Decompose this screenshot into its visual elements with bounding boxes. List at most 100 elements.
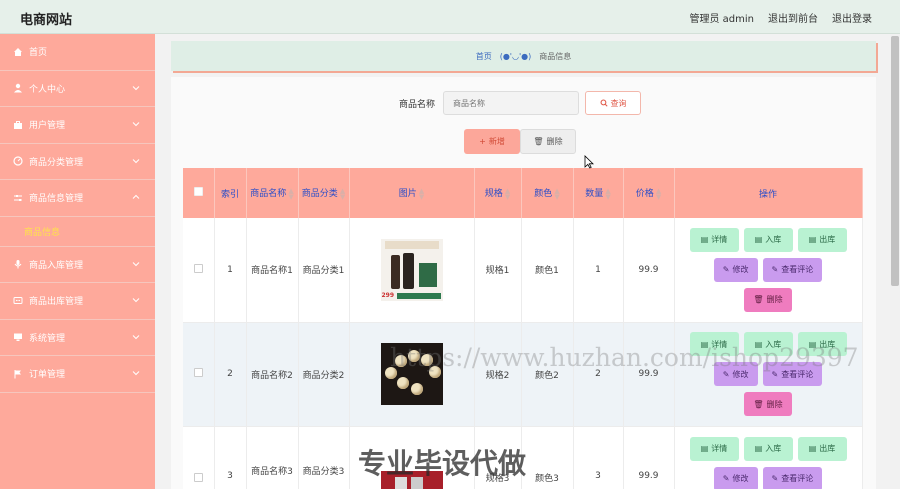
view-comments-label: 查看评论 [781, 474, 814, 483]
col-ops: 操作 [674, 168, 863, 218]
stock-out-button[interactable]: ▤ 出库 [797, 227, 847, 252]
sort-icon[interactable]: ▲ ▼ [554, 187, 559, 200]
col-name[interactable]: 商品名称 ▲ ▼ [246, 168, 299, 218]
cell-qty-value: 3 [595, 470, 601, 481]
search-input[interactable] [443, 91, 580, 115]
sort-icon[interactable]: ▲ ▼ [505, 187, 510, 200]
row-checkbox[interactable] [193, 368, 203, 377]
pencil-icon: ✎ [722, 265, 730, 275]
cell-image [349, 322, 475, 427]
edit-button[interactable]: ✎ 修改 [713, 466, 758, 489]
cell-category: 商品分类3 [298, 426, 350, 489]
delete-label: 删除 [766, 399, 783, 409]
chevron-down-icon [132, 261, 140, 266]
stock-in-button[interactable]: ▤ 入库 [743, 227, 793, 252]
pencil-icon: ✎ [771, 265, 779, 275]
cell-color: 颜色2 [521, 322, 574, 427]
to-front-link[interactable]: 退出到前台 [768, 10, 818, 25]
sort-icon[interactable]: ▲ ▼ [605, 187, 610, 200]
admin-user-link[interactable]: 管理员 admin [689, 10, 754, 25]
col-color-label: 颜色 [534, 189, 553, 200]
mouse-cursor-icon [584, 155, 594, 169]
query-button[interactable]: 查询 [585, 91, 642, 115]
sidebar-item-label: 系统管理 [29, 333, 66, 344]
sidebar-item-category[interactable]: 商品分类管理 [0, 144, 155, 180]
logout-link[interactable]: 退出登录 [832, 10, 872, 25]
breadcrumb-emoticon: (●'◡'●) [499, 51, 532, 61]
doc-icon: ▤ [754, 444, 763, 453]
chevron-down-icon [132, 158, 140, 163]
cell-category-value: 商品分类3 [302, 466, 345, 477]
batch-delete-button[interactable]: 🗑 删除 [520, 129, 576, 154]
sliders-icon [12, 192, 23, 203]
detail-button[interactable]: ▤ 详情 [689, 227, 739, 252]
sidebar-item-stock-out[interactable]: 商品出库管理 [0, 283, 155, 320]
col-image[interactable]: 图片 ▲ ▼ [349, 168, 475, 218]
detail-button[interactable]: ▤ 详情 [689, 436, 739, 461]
sort-icon[interactable]: ▲ ▼ [288, 187, 293, 200]
view-comments-button[interactable]: ✎ 查看评论 [762, 466, 823, 489]
col-color[interactable]: 颜色 ▲ ▼ [521, 168, 574, 218]
delete-button[interactable]: 🗑 删除 [744, 287, 792, 312]
cell-name: 商品名称1 [246, 218, 299, 323]
view-comments-button[interactable]: ✎ 查看评论 [762, 257, 823, 282]
sidebar-item-home[interactable]: 首页 [0, 34, 155, 71]
col-image-label: 图片 [398, 189, 417, 200]
col-spec-label: 规格 [484, 189, 503, 200]
row-checkbox[interactable] [193, 263, 203, 273]
cell-index: 1 [214, 218, 247, 323]
cell-name-value: 商品名称3 [251, 466, 293, 477]
doc-icon: ▤ [700, 235, 709, 245]
select-all-cell[interactable] [183, 168, 215, 218]
col-qty[interactable]: 数量 ▲ ▼ [573, 168, 624, 218]
sort-icon[interactable]: ▲ ▼ [656, 187, 661, 200]
cell-qty: 2 [573, 322, 624, 427]
sidebar-item-product-info[interactable]: 商品信息管理 [0, 180, 155, 217]
col-spec[interactable]: 规格 ▲ ▼ [474, 168, 522, 218]
edit-label: 修改 [732, 474, 749, 483]
cell-price: 99.9 [623, 426, 675, 489]
delete-button[interactable]: 🗑 删除 [744, 392, 792, 416]
chat-icon [12, 295, 23, 306]
stock-in-label: 入库 [765, 235, 782, 245]
row-checkbox[interactable] [193, 472, 203, 482]
add-button-label: 新增 [488, 137, 505, 146]
breadcrumb-current: 商品信息 [539, 51, 572, 61]
sidebar-item-label: 个人中心 [29, 84, 66, 95]
breadcrumb-home[interactable]: 首页 [476, 51, 492, 62]
cell-price-value: 99.9 [638, 470, 659, 481]
sidebar-item-system[interactable]: 系统管理 [0, 320, 155, 356]
query-button-label: 查询 [610, 98, 627, 108]
doc-icon: ▤ [754, 235, 763, 245]
col-price[interactable]: 价格 ▲ ▼ [623, 168, 675, 218]
delete-label: 删除 [766, 295, 783, 305]
sidebar-item-profile[interactable]: 个人中心 [0, 71, 155, 107]
doc-icon: ▤ [700, 444, 709, 453]
detail-label: 详情 [711, 235, 728, 245]
sidebar-item-stock-in[interactable]: 商品入库管理 [0, 247, 155, 283]
cell-name: 商品名称2 [246, 322, 299, 427]
breadcrumb: 首页 (●'◡'●) 商品信息 [171, 41, 876, 71]
add-button[interactable]: + 新增 [464, 129, 520, 154]
page-scrollbar[interactable] [890, 34, 900, 489]
col-category[interactable]: 商品分类 ▲ ▼ [298, 168, 350, 218]
dashboard-icon [12, 156, 23, 167]
col-index: 索引 [214, 168, 247, 218]
scrollbar-thumb[interactable] [891, 36, 899, 286]
table-row: 2 商品名称2 商品分类2 规格2 颜色2 2 99.9 ▤ 详情 ▤ 入库 ▤… [183, 322, 863, 427]
select-all-checkbox[interactable] [193, 187, 203, 196]
sidebar-subitem-product-info[interactable]: 商品信息 [0, 217, 155, 247]
sidebar-item-users[interactable]: 用户管理 [0, 107, 155, 144]
stock-out-button[interactable]: ▤ 出库 [797, 436, 847, 461]
search-form: 商品名称 查询 [399, 91, 642, 115]
edit-button[interactable]: ✎ 修改 [713, 257, 758, 282]
sort-icon[interactable]: ▲ ▼ [340, 187, 345, 200]
briefcase-icon [12, 119, 23, 130]
caption-watermark: 专业毕设代做 [358, 447, 527, 480]
sort-icon[interactable]: ▲ ▼ [419, 187, 424, 200]
view-comments-label: 查看评论 [781, 265, 814, 275]
toolbar: + 新增 🗑 删除 [464, 129, 576, 154]
cell-index: 3 [214, 426, 247, 489]
stock-in-button[interactable]: ▤ 入库 [743, 436, 793, 461]
sidebar-item-orders[interactable]: 订单管理 [0, 356, 155, 393]
